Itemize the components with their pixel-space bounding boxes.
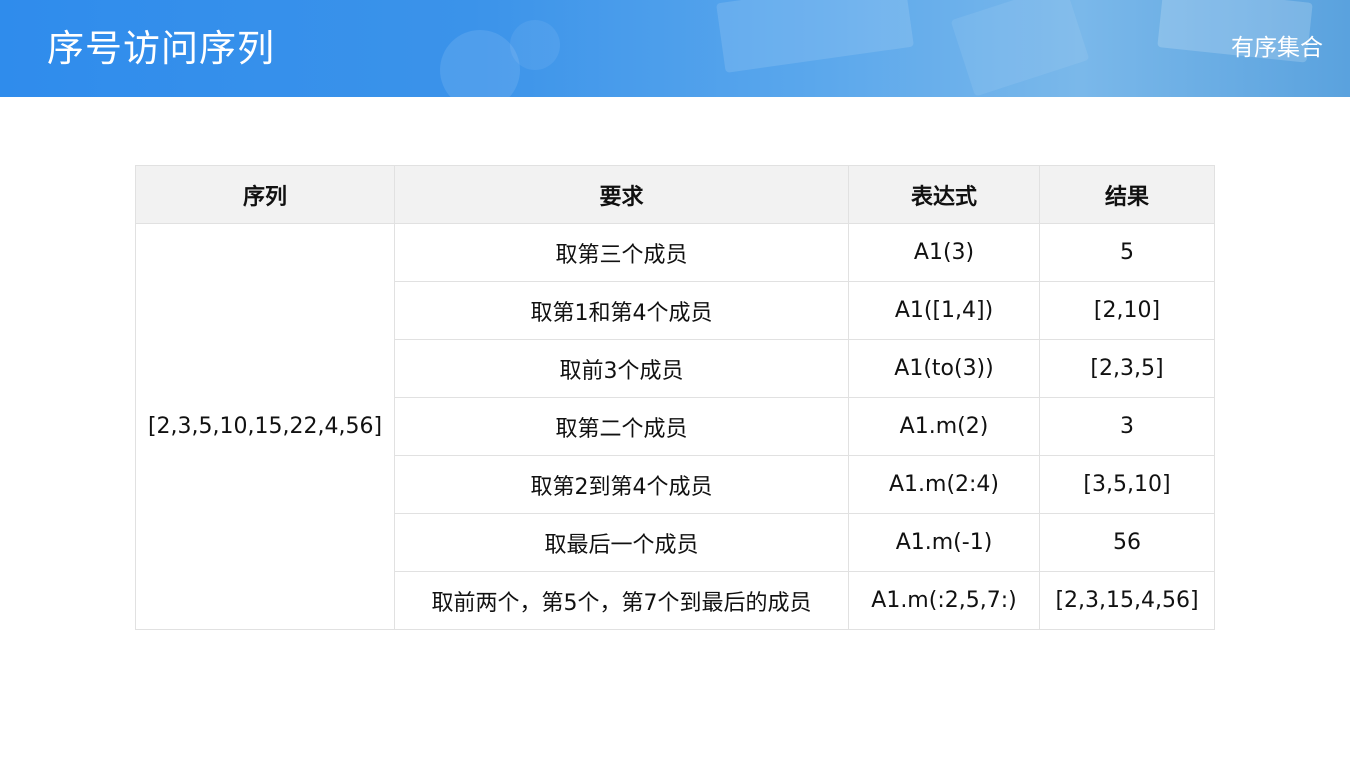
column-header-requirement: 要求 [394,165,849,224]
result-cell: [2,10] [1039,281,1215,340]
result-cell: 56 [1039,513,1215,572]
expression-cell: A1.m(:2,5,7:) [848,571,1040,630]
requirement-cell: 取第1和第4个成员 [394,281,849,340]
expression-cell: A1(to(3)) [848,339,1040,398]
table-header-row: 序列 要求 表达式 结果 [135,165,1215,224]
requirement-cell: 取最后一个成员 [394,513,849,572]
expression-cell: A1([1,4]) [848,281,1040,340]
column-header-expression: 表达式 [848,165,1040,224]
sequence-access-table: 序列 要求 表达式 结果 [2,3,5,10,15,22,4,56] 取第三个成… [135,165,1215,630]
banner-decoration [950,0,1090,97]
banner-decoration [716,0,914,73]
result-cell: 3 [1039,397,1215,456]
result-cell: [2,3,15,4,56] [1039,571,1215,630]
requirement-cell: 取第三个成员 [394,223,849,282]
requirement-cell: 取前3个成员 [394,339,849,398]
section-label: 有序集合 [1231,35,1323,61]
column-header-sequence: 序列 [135,165,395,224]
column-header-result: 结果 [1039,165,1215,224]
result-cell: 5 [1039,223,1215,282]
requirement-cell: 取第二个成员 [394,397,849,456]
requirement-cell: 取前两个，第5个，第7个到最后的成员 [394,571,849,630]
slide: 序号访问序列 有序集合 序列 要求 表达式 结果 [2,3,5,10,15,22… [0,0,1350,759]
table-row: [2,3,5,10,15,22,4,56] 取第三个成员 A1(3) 5 [135,223,1215,630]
page-title: 序号访问序列 [47,27,275,70]
expression-cell: A1.m(2) [848,397,1040,456]
banner-decoration [440,30,520,97]
sequence-cell: [2,3,5,10,15,22,4,56] [135,223,395,630]
expression-cell: A1(3) [848,223,1040,282]
result-cell: [2,3,5] [1039,339,1215,398]
header-banner: 序号访问序列 有序集合 [0,0,1350,97]
expression-cell: A1.m(-1) [848,513,1040,572]
banner-decoration [510,20,560,70]
expression-cell: A1.m(2:4) [848,455,1040,514]
requirement-cell: 取第2到第4个成员 [394,455,849,514]
result-cell: [3,5,10] [1039,455,1215,514]
